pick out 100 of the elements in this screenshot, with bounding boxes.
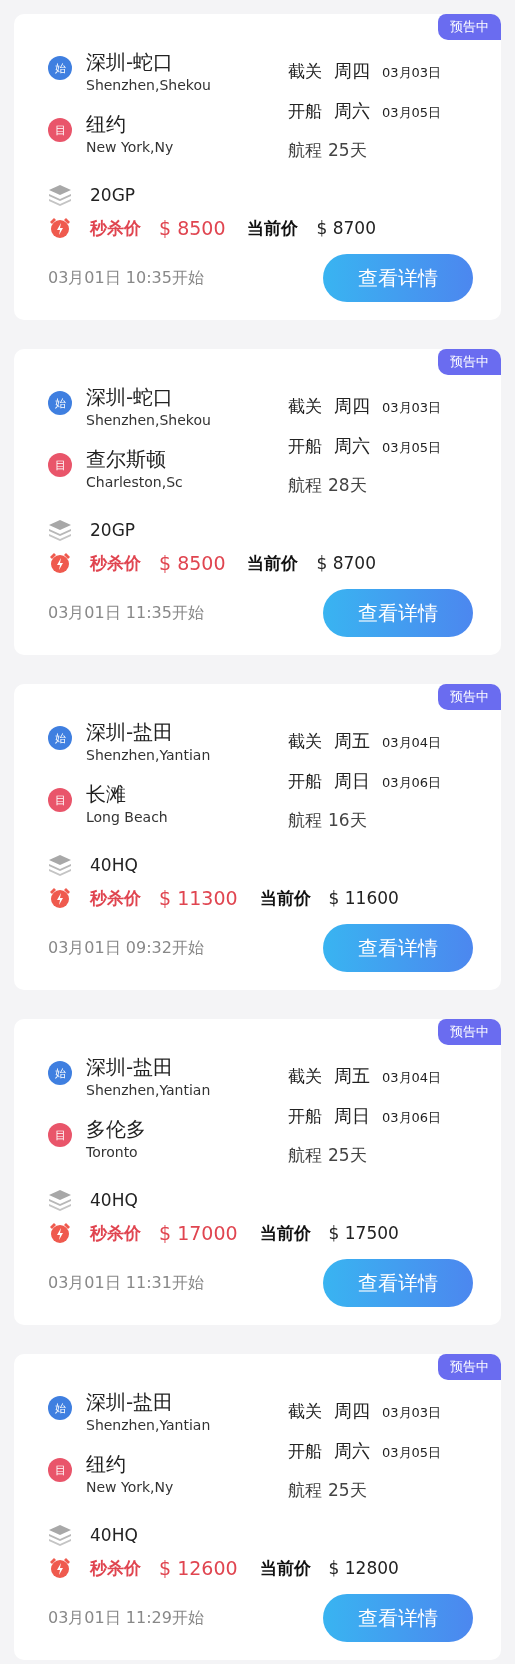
port-name: 深圳-盐田 bbox=[86, 1054, 175, 1081]
port-name: 纽约 bbox=[86, 111, 127, 138]
container-type: 40HQ bbox=[90, 855, 138, 875]
current-price-label: 当前价 bbox=[259, 886, 311, 910]
port-name-english: Shenzhen,Yantian bbox=[86, 1416, 211, 1434]
port-name-english: Shenzhen,Shekou bbox=[86, 76, 211, 94]
alarm-clock-icon bbox=[48, 551, 72, 575]
port-name-english: Toronto bbox=[86, 1143, 139, 1161]
container-type: 40HQ bbox=[90, 1190, 138, 1210]
origin-marker: 始 bbox=[48, 56, 72, 80]
flash-price: $ 12600 bbox=[159, 1557, 238, 1579]
origin-marker: 始 bbox=[48, 391, 72, 415]
weekday: 周五 bbox=[334, 729, 370, 753]
schedule-label: 开船 bbox=[288, 770, 322, 793]
weekday: 周四 bbox=[334, 394, 370, 418]
details-button[interactable]: 查看详情 bbox=[323, 924, 473, 972]
port-name: 查尔斯顿 bbox=[86, 446, 167, 473]
current-price-label: 当前价 bbox=[247, 216, 299, 240]
start-time: 03月01日 10:35开始 bbox=[48, 267, 204, 289]
layers-icon bbox=[48, 1189, 72, 1211]
weekday: 周六 bbox=[334, 99, 370, 123]
weekday: 周日 bbox=[334, 769, 370, 793]
start-time: 03月01日 11:35开始 bbox=[48, 602, 204, 624]
voyage-duration: 25天 bbox=[328, 1479, 367, 1502]
date: 03月04日 bbox=[382, 734, 442, 752]
date: 03月05日 bbox=[382, 439, 442, 457]
weekday: 周四 bbox=[334, 59, 370, 83]
alarm-clock-icon bbox=[48, 1221, 72, 1245]
port-name: 深圳-盐田 bbox=[86, 1389, 175, 1416]
schedule-label: 开船 bbox=[288, 435, 322, 458]
weekday: 周六 bbox=[334, 1439, 370, 1463]
port-name: 纽约 bbox=[86, 1451, 127, 1478]
port-name-english: New York,Ny bbox=[86, 138, 174, 156]
container-type: 20GP bbox=[90, 185, 136, 205]
flash-price: $ 8500 bbox=[159, 217, 226, 239]
current-price-label: 当前价 bbox=[259, 1556, 311, 1580]
current-price: $ 11600 bbox=[328, 888, 399, 908]
date: 03月05日 bbox=[382, 1444, 442, 1462]
schedule-label: 截关 bbox=[288, 1065, 322, 1088]
schedule-label: 截关 bbox=[288, 730, 322, 753]
port-name-english: Shenzhen,Yantian bbox=[86, 746, 211, 764]
weekday: 周六 bbox=[334, 434, 370, 458]
layers-icon bbox=[48, 1524, 72, 1546]
details-button[interactable]: 查看详情 bbox=[323, 254, 473, 302]
start-time: 03月01日 11:29开始 bbox=[48, 1607, 204, 1629]
flash-price-label: 秒杀价 bbox=[90, 216, 141, 240]
port-name-english: Charleston,Sc bbox=[86, 473, 183, 491]
schedule-label: 开船 bbox=[288, 1105, 322, 1128]
current-price: $ 8700 bbox=[316, 553, 376, 573]
details-button[interactable]: 查看详情 bbox=[323, 589, 473, 637]
voyage-label: 航程 bbox=[288, 809, 322, 832]
schedule-label: 截关 bbox=[288, 1400, 322, 1423]
current-price-label: 当前价 bbox=[247, 551, 299, 575]
current-price-label: 当前价 bbox=[259, 1221, 311, 1245]
start-time: 03月01日 09:32开始 bbox=[48, 937, 204, 959]
status-badge: 预告中 bbox=[438, 14, 501, 40]
current-price: $ 8700 bbox=[316, 218, 376, 238]
origin-marker: 始 bbox=[48, 1396, 72, 1420]
port-name: 长滩 bbox=[86, 781, 127, 808]
port-name: 深圳-盐田 bbox=[86, 719, 175, 746]
weekday: 周日 bbox=[334, 1104, 370, 1128]
current-price: $ 12800 bbox=[328, 1558, 399, 1578]
voyage-duration: 16天 bbox=[328, 809, 367, 832]
schedule-label: 截关 bbox=[288, 395, 322, 418]
status-badge: 预告中 bbox=[438, 1019, 501, 1045]
weekday: 周五 bbox=[334, 1064, 370, 1088]
container-type: 40HQ bbox=[90, 1525, 138, 1545]
schedule-label: 截关 bbox=[288, 60, 322, 83]
date: 03月03日 bbox=[382, 1404, 442, 1422]
date: 03月06日 bbox=[382, 774, 442, 792]
flash-price: $ 17000 bbox=[159, 1222, 238, 1244]
voyage-duration: 28天 bbox=[328, 474, 367, 497]
weekday: 周四 bbox=[334, 1399, 370, 1423]
layers-icon bbox=[48, 519, 72, 541]
alarm-clock-icon bbox=[48, 216, 72, 240]
details-button[interactable]: 查看详情 bbox=[323, 1259, 473, 1307]
destination-marker: 目 bbox=[48, 1123, 72, 1147]
schedule-label: 开船 bbox=[288, 100, 322, 123]
port-name-english: Shenzhen,Shekou bbox=[86, 411, 211, 429]
voyage-duration: 25天 bbox=[328, 139, 367, 162]
flash-price: $ 8500 bbox=[159, 552, 226, 574]
destination-marker: 目 bbox=[48, 788, 72, 812]
status-badge: 预告中 bbox=[438, 1354, 501, 1380]
voyage-label: 航程 bbox=[288, 474, 322, 497]
details-button[interactable]: 查看详情 bbox=[323, 1594, 473, 1642]
flash-price-label: 秒杀价 bbox=[90, 1556, 141, 1580]
flash-price-label: 秒杀价 bbox=[90, 551, 141, 575]
alarm-clock-icon bbox=[48, 886, 72, 910]
port-name: 多伦多 bbox=[86, 1116, 146, 1143]
date: 03月06日 bbox=[382, 1109, 442, 1127]
destination-marker: 目 bbox=[48, 1458, 72, 1482]
port-name-english: Shenzhen,Yantian bbox=[86, 1081, 211, 1099]
date: 03月04日 bbox=[382, 1069, 442, 1087]
container-type: 20GP bbox=[90, 520, 136, 540]
port-name-english: New York,Ny bbox=[86, 1478, 174, 1496]
voyage-label: 航程 bbox=[288, 139, 322, 162]
current-price: $ 17500 bbox=[328, 1223, 399, 1243]
voyage-label: 航程 bbox=[288, 1144, 322, 1167]
schedule-label: 开船 bbox=[288, 1440, 322, 1463]
destination-marker: 目 bbox=[48, 453, 72, 477]
